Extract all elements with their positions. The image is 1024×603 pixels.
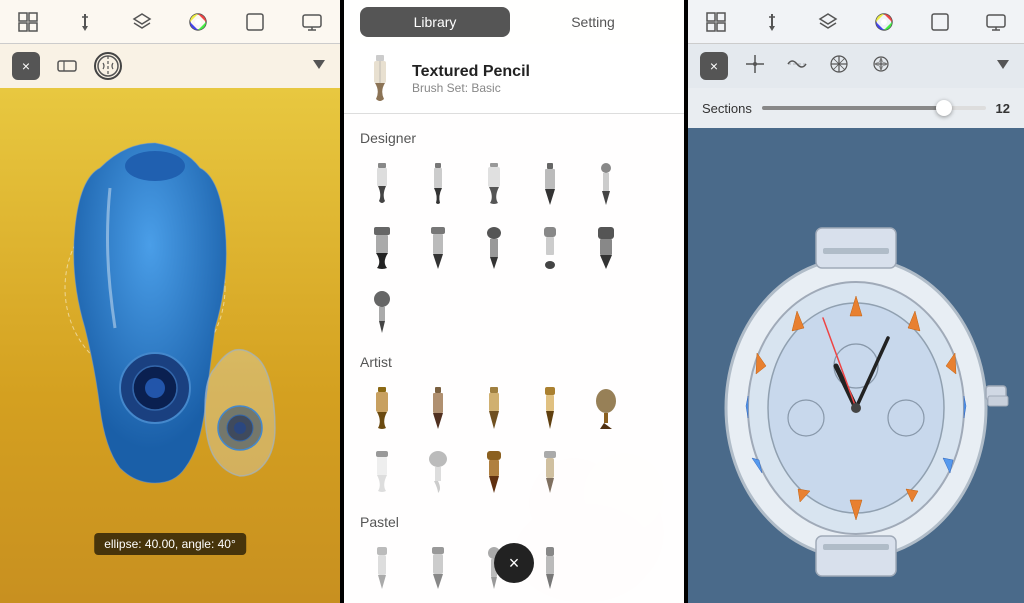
brush-item[interactable] (356, 538, 408, 598)
brush-preview-icon (360, 59, 400, 99)
center-close-button[interactable]: × (494, 543, 534, 583)
ellipse-status: ellipse: 40.00, angle: 40° (94, 533, 246, 555)
right-close-icon: × (710, 58, 718, 74)
display-icon[interactable] (296, 6, 328, 38)
left-top-toolbar (0, 0, 340, 44)
color-wheel-icon[interactable] (182, 6, 214, 38)
layers-icon[interactable] (126, 6, 158, 38)
brush-item[interactable] (524, 218, 576, 278)
brush-item[interactable] (468, 378, 520, 438)
brush-item[interactable] (412, 154, 464, 214)
right-panel: × Sections 12 (688, 0, 1024, 603)
tab-setting[interactable]: Setting (518, 7, 668, 37)
color-wheel-icon-right[interactable] (868, 6, 900, 38)
brush-item[interactable] (580, 218, 632, 278)
brush-item[interactable] (468, 442, 520, 502)
brush-item[interactable] (524, 442, 576, 502)
brush-item[interactable] (412, 378, 464, 438)
shape-icon[interactable] (239, 6, 271, 38)
display-icon-right[interactable] (980, 6, 1012, 38)
pen-icon-right[interactable] (756, 6, 788, 38)
symmetry-wave-icon[interactable] (782, 49, 812, 84)
brush-item[interactable] (356, 378, 408, 438)
brush-item[interactable] (468, 154, 520, 214)
artist-brush-grid (344, 374, 684, 506)
brush-item[interactable] (412, 442, 464, 502)
pen-icon[interactable] (69, 6, 101, 38)
left-drawing-svg (0, 88, 340, 603)
brush-item[interactable] (356, 282, 408, 342)
brush-item[interactable] (524, 154, 576, 214)
symmetry-cross-icon[interactable] (740, 49, 770, 84)
grid-icon[interactable] (12, 6, 44, 38)
brush-info: Textured Pencil Brush Set: Basic (344, 44, 684, 114)
left-canvas: ellipse: 40.00, angle: 40° (0, 88, 340, 603)
shape-icon-right[interactable] (924, 6, 956, 38)
grid-icon-right[interactable] (700, 6, 732, 38)
artist-section-label: Artist (344, 346, 684, 374)
designer-brush-grid (344, 150, 684, 346)
brush-item[interactable] (580, 378, 632, 438)
brush-list: Designer (344, 114, 684, 603)
brush-name: Textured Pencil (412, 63, 530, 81)
left-panel: × (0, 0, 340, 603)
brush-item[interactable] (468, 218, 520, 278)
brush-item[interactable] (356, 154, 408, 214)
close-icon: × (22, 58, 30, 74)
brush-item[interactable] (412, 218, 464, 278)
brush-item[interactable] (356, 442, 408, 502)
layers-icon-right[interactable] (812, 6, 844, 38)
center-close-icon: × (509, 553, 520, 574)
slider-thumb[interactable] (936, 100, 952, 116)
right-close-button[interactable]: × (700, 52, 728, 80)
brush-set: Brush Set: Basic (412, 81, 530, 95)
pastel-section-label: Pastel (344, 506, 684, 534)
center-panel: Library Setting Textured Pencil Brush Se… (344, 0, 684, 603)
symmetry-radial-icon[interactable] (824, 49, 854, 84)
close-button[interactable]: × (12, 52, 40, 80)
right-secondary-toolbar: × (688, 44, 1024, 88)
designer-section-label: Designer (344, 122, 684, 150)
right-canvas (688, 128, 1024, 603)
left-secondary-toolbar: × (0, 44, 340, 88)
slider-fill (762, 106, 945, 110)
tab-library[interactable]: Library (360, 7, 510, 37)
sections-value: 12 (996, 101, 1010, 116)
brush-item[interactable] (580, 154, 632, 214)
dropdown-icon[interactable] (310, 55, 328, 78)
sections-slider-bar: Sections 12 (688, 88, 1024, 128)
brush-item[interactable] (524, 378, 576, 438)
symmetry-star-icon[interactable] (866, 49, 896, 84)
brush-text: Textured Pencil Brush Set: Basic (412, 63, 530, 95)
sections-slider[interactable] (762, 106, 986, 110)
sections-label: Sections (702, 101, 752, 116)
center-tabs: Library Setting (344, 0, 684, 44)
watch-drawing-svg (688, 128, 1024, 603)
brush-item[interactable] (356, 218, 408, 278)
eraser-icon[interactable] (56, 53, 78, 80)
symmetry-icon[interactable] (94, 52, 122, 80)
right-dropdown-icon[interactable] (994, 55, 1012, 78)
right-top-toolbar (688, 0, 1024, 44)
brush-item[interactable] (412, 538, 464, 598)
